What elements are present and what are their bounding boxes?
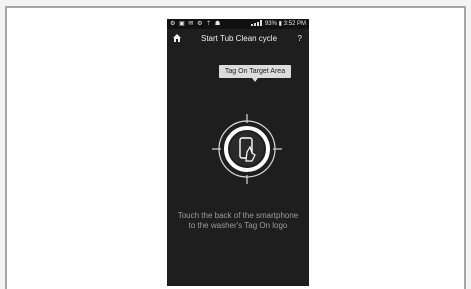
page-title: Start Tub Clean cycle bbox=[201, 34, 278, 43]
home-icon[interactable] bbox=[172, 33, 182, 43]
signal-icon bbox=[251, 20, 263, 27]
notification-icons: ⚙ ▣ ✉ ⚙ ⇡ ☗ bbox=[170, 21, 222, 27]
status-bar: ⚙ ▣ ✉ ⚙ ⇡ ☗ 93% ▮ 3:52 PM bbox=[167, 19, 309, 29]
battery-percent: 93% bbox=[264, 21, 277, 27]
phone-screen: ⚙ ▣ ✉ ⚙ ⇡ ☗ 93% ▮ 3:52 PM Start Tub Clea… bbox=[167, 19, 309, 286]
title-bar: Start Tub Clean cycle ? bbox=[167, 29, 309, 49]
instruction-text: Touch the back of the smartphone to the … bbox=[177, 211, 299, 230]
battery-icon: ▮ bbox=[278, 21, 282, 27]
status-right: 93% ▮ 3:52 PM bbox=[251, 19, 306, 29]
tag-on-target-icon[interactable] bbox=[212, 114, 282, 184]
help-button[interactable]: ? bbox=[298, 29, 302, 49]
tag-on-tooltip: Tag On Target Area bbox=[219, 65, 291, 82]
clock: 3:52 PM bbox=[283, 21, 306, 27]
